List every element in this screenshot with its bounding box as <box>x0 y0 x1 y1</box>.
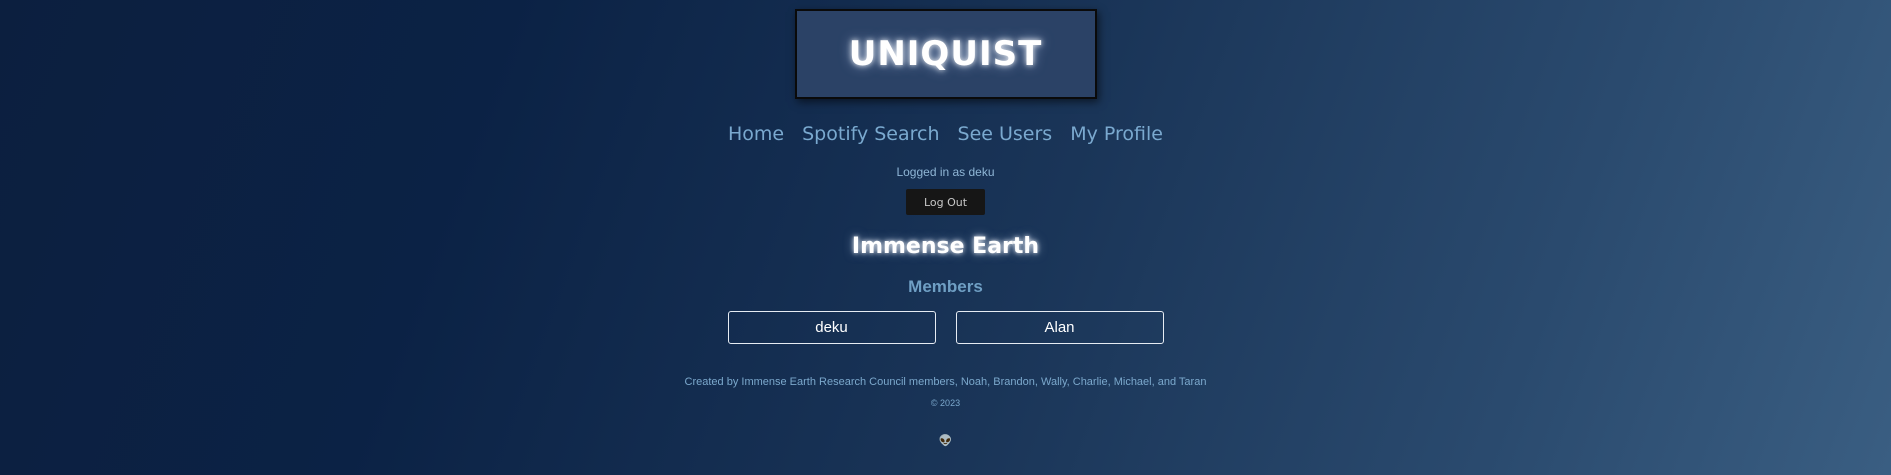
group-title: Immense Earth <box>851 234 1040 259</box>
members-list: deku Alan <box>727 311 1164 344</box>
member-button-alan[interactable]: Alan <box>955 311 1164 344</box>
nav-my-profile-link[interactable]: My Profile <box>1070 123 1163 145</box>
page: UNIQUIST Home Spotify Search See Users M… <box>0 0 1891 447</box>
alien-icon: 👽 <box>938 435 953 447</box>
logout-button[interactable]: Log Out <box>906 189 985 215</box>
nav-spotify-search-link[interactable]: Spotify Search <box>802 123 939 145</box>
member-button-deku[interactable]: deku <box>727 311 936 344</box>
logo-banner[interactable]: UNIQUIST <box>794 9 1097 99</box>
logged-in-status: Logged in as deku <box>896 165 995 179</box>
main-nav: Home Spotify Search See Users My Profile <box>728 123 1163 145</box>
footer-copyright: © 2023 <box>930 398 961 408</box>
nav-see-users-link[interactable]: See Users <box>958 123 1053 145</box>
nav-home-link[interactable]: Home <box>728 123 784 145</box>
footer-credits: Created by Immense Earth Research Counci… <box>684 376 1207 388</box>
members-heading: Members <box>908 277 983 296</box>
site-logo: UNIQUIST <box>848 34 1043 74</box>
